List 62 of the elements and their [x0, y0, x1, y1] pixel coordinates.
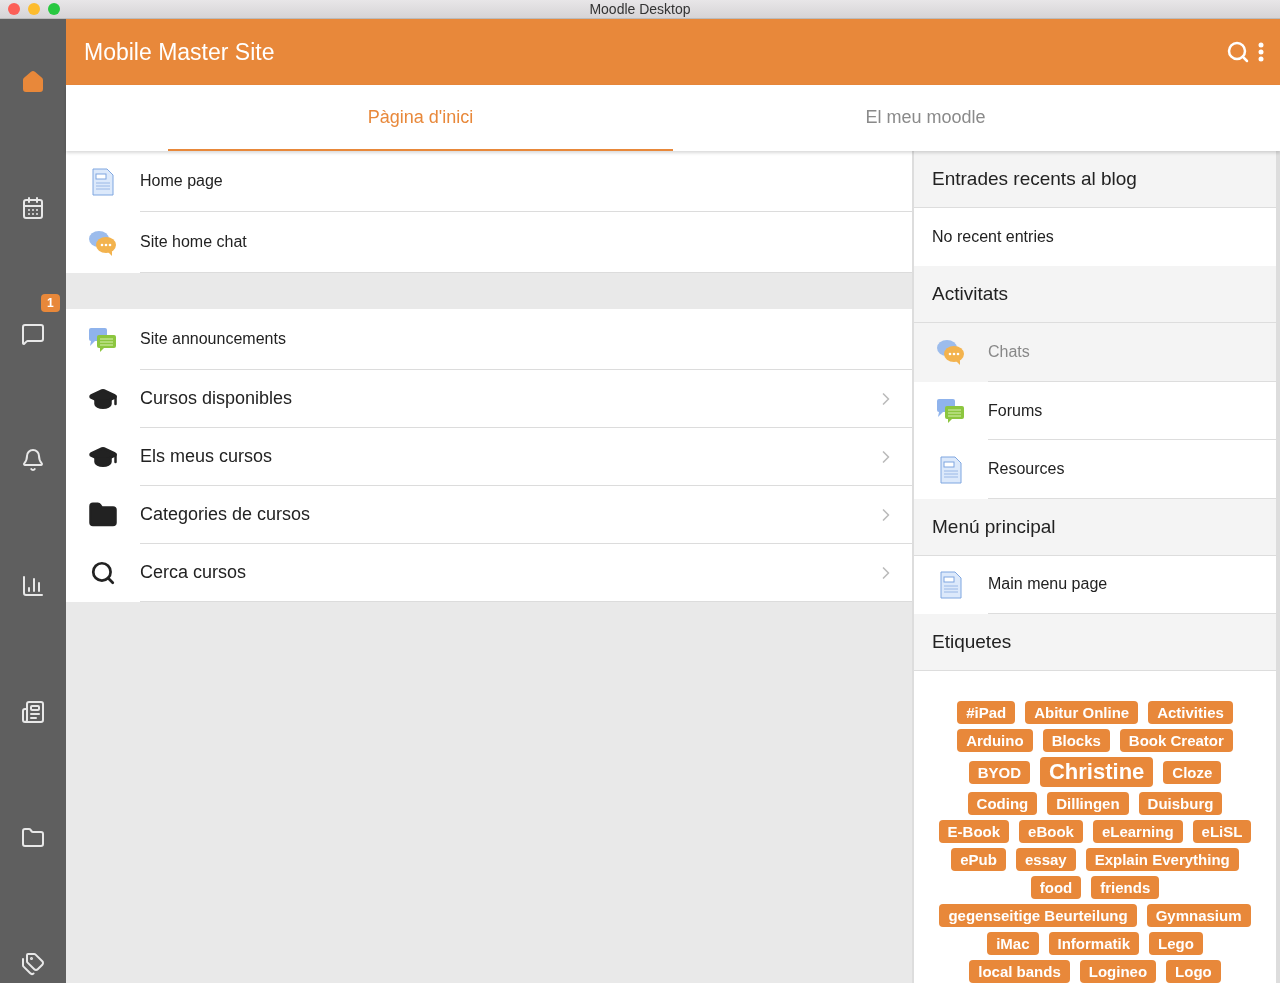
list-item[interactable]: Site home chat [66, 212, 912, 273]
tag-link[interactable]: ePub [951, 848, 1006, 871]
block-heading: Etiquetes [914, 614, 1276, 671]
tag-link[interactable]: eBook [1019, 820, 1083, 843]
tag-link[interactable]: essay [1015, 848, 1076, 871]
tag-link[interactable]: Lego [1149, 932, 1203, 955]
list-item[interactable]: Categories de cursos [66, 486, 912, 544]
tag-link[interactable]: Logo [1166, 960, 1221, 983]
tag-link[interactable]: gegenseitige Beurteilung [939, 904, 1137, 927]
chat-bubbles-icon [936, 338, 966, 367]
window-title: Moodle Desktop [588, 1, 692, 17]
tag-link[interactable]: Activities [1148, 701, 1233, 724]
tag-link[interactable]: eLearning [1092, 820, 1183, 843]
search-icon [1226, 40, 1250, 64]
tag-link[interactable]: Explain Everything [1085, 848, 1239, 871]
tag-link[interactable]: eLiSL [1192, 820, 1252, 843]
list-item[interactable]: Home page [66, 151, 912, 212]
tag-link[interactable]: BYOD [968, 760, 1030, 784]
tag-link[interactable]: #iPad [957, 701, 1016, 724]
tag-link[interactable]: Cloze [1163, 760, 1222, 784]
tag-link[interactable]: Book Creator [1119, 729, 1233, 752]
home-icon [21, 69, 45, 94]
forum-bubbles-icon [936, 397, 966, 425]
list-item[interactable]: Els meus cursos [66, 428, 912, 486]
message-icon [21, 321, 45, 346]
document-icon [939, 455, 963, 484]
notification-bell-icon [21, 447, 45, 472]
block-heading: Menú principal [914, 498, 1276, 556]
site-title: Mobile Master Site [84, 38, 276, 66]
tag-link[interactable]: Coding [967, 792, 1038, 815]
tag-link[interactable]: Logineo [1079, 960, 1157, 983]
tag-link[interactable]: Gymnasium [1146, 904, 1251, 927]
tab[interactable]: El meu moodle [673, 85, 1178, 151]
document-icon [939, 571, 963, 599]
tag-link[interactable]: Informatik [1048, 932, 1139, 955]
tag-link[interactable]: friends [1091, 876, 1160, 899]
tag-link[interactable]: Duisburg [1138, 792, 1223, 815]
tag-link[interactable]: Dillingen [1047, 792, 1129, 815]
more-vertical-icon [1258, 42, 1264, 62]
calendar-icon [21, 195, 45, 220]
block-heading: Activitats [914, 266, 1276, 324]
list-item[interactable]: Cursos disponibles [66, 370, 912, 428]
forum-bubbles-icon [88, 325, 118, 354]
document-icon [91, 167, 115, 196]
tag-link[interactable]: Arduino [957, 729, 1033, 752]
tags-icon [21, 951, 45, 976]
list-item[interactable]: Cerca cursos [66, 544, 912, 602]
notification-badge: 1 [41, 294, 60, 312]
chat-bubbles-icon [88, 228, 118, 257]
tag-link[interactable]: Abitur Online [1025, 701, 1139, 724]
tag-link[interactable]: local bands [969, 960, 1070, 983]
tag-link[interactable]: E-Book [938, 820, 1010, 843]
list-item[interactable]: Site announcements [66, 309, 912, 370]
bar-chart-icon [21, 573, 45, 598]
block-heading: Entrades recents al blog [914, 151, 1276, 208]
tag-link[interactable]: food [1030, 876, 1082, 899]
folder-icon [21, 825, 45, 850]
tag-link[interactable]: Blocks [1042, 729, 1110, 752]
newspaper-icon [21, 699, 45, 724]
tag-link[interactable]: Christine [1040, 757, 1154, 787]
tag-link[interactable]: iMac [987, 932, 1039, 955]
search-icon [90, 560, 116, 586]
